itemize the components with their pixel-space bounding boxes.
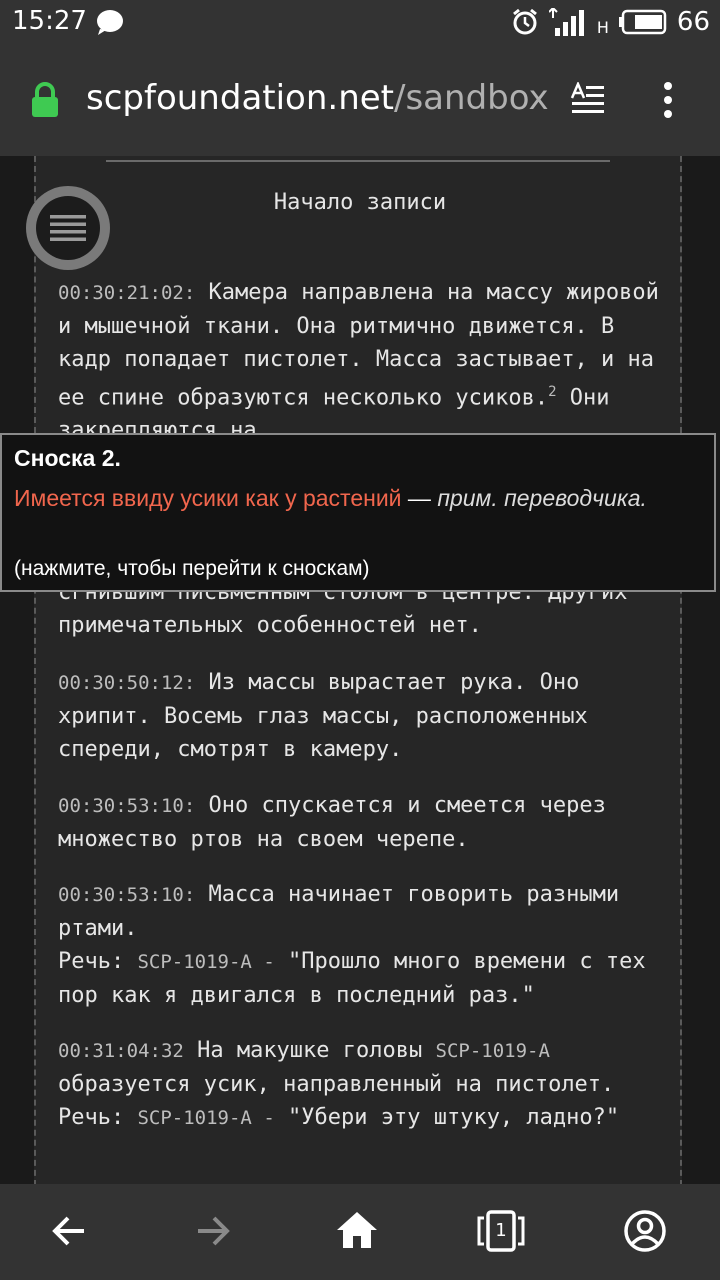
account-icon[interactable] xyxy=(620,1206,670,1256)
reader-mode-icon[interactable] xyxy=(570,82,606,118)
footnote-text: Имеется ввиду усики как у растений xyxy=(14,485,402,511)
entry-timestamp: 00:30:53:10: xyxy=(58,884,196,906)
speech-label: Речь: xyxy=(58,949,125,974)
url-domain: scpfoundation.net xyxy=(86,78,395,118)
status-bar: 15:27 H 66 xyxy=(0,0,720,44)
entry-timestamp: 00:30:21:02: xyxy=(58,282,196,304)
bottom-nav: 1 xyxy=(0,1184,720,1280)
footnote-body: Имеется ввиду усики как у растений — при… xyxy=(14,483,694,513)
entry-timestamp: 00:30:53:10: xyxy=(58,795,196,817)
log-entry: 00:30:21:02: Камера направлена на массу … xyxy=(58,276,668,447)
battery-icon xyxy=(618,9,667,35)
footnote-title: Сноска 2. xyxy=(14,445,121,471)
entry-timestamp: 00:30:50:12: xyxy=(58,672,196,694)
footnote-translator-note: прим. переводчика. xyxy=(437,485,647,511)
alarm-icon xyxy=(512,8,537,35)
status-icons: H 66 xyxy=(511,6,710,38)
footnote-popup[interactable]: Сноска 2. Имеется ввиду усики как у раст… xyxy=(0,433,716,592)
speech-text: "Убери эту штуку, ладно?" xyxy=(274,1105,620,1130)
side-menu-button[interactable] xyxy=(26,186,110,270)
speech-label: Речь: xyxy=(58,1105,125,1130)
battery-level: 66 xyxy=(676,7,710,37)
footnote-dash: — xyxy=(401,485,438,511)
signal-icon xyxy=(548,8,584,36)
address-field[interactable]: scpfoundation.net/sandbox xyxy=(86,78,549,118)
footnote-hint-link[interactable]: (нажмите, чтобы перейти к сноскам) xyxy=(14,557,370,581)
status-time: 15:27 xyxy=(12,6,87,36)
log-entry: 00:30:53:10: Оно спускается и смеется че… xyxy=(58,789,668,856)
footnote-ref[interactable]: 2 xyxy=(548,384,556,400)
divider xyxy=(106,160,610,162)
entry-text-continued: образуется усик, направленный на пистоле… xyxy=(58,1072,615,1097)
record-start-heading: Начало записи xyxy=(273,190,447,215)
entry-text: На макушке головы xyxy=(183,1038,436,1063)
log-entry: 00:31:04:32 На макушке головы SCP-1019-A… xyxy=(58,1034,668,1135)
tabs-count: 1 xyxy=(495,1220,507,1241)
url-path: /sandbox xyxy=(394,78,549,118)
url-bar: scpfoundation.net/sandbox xyxy=(0,44,720,156)
lock-icon xyxy=(32,82,58,117)
speech-speaker: SCP-1019-A - xyxy=(137,1107,275,1129)
entry-scp-ref: SCP-1019-A xyxy=(435,1040,550,1062)
side-menu-button-inner xyxy=(36,196,100,260)
log-entry: 00:30:53:10: Масса начинает говорить раз… xyxy=(58,878,668,1012)
chat-icon xyxy=(97,10,123,35)
speech-speaker: SCP-1019-A - xyxy=(137,951,275,973)
network-type: H xyxy=(596,17,609,37)
tabs-button[interactable]: 1 xyxy=(476,1206,526,1256)
hamburger-icon xyxy=(50,215,86,241)
entry-timestamp: 00:31:04:32 xyxy=(58,1040,184,1062)
forward-icon[interactable] xyxy=(188,1206,238,1256)
more-options-icon[interactable] xyxy=(658,80,678,120)
log-entry: 00:30:50:12: Из массы вырастает рука. Он… xyxy=(58,666,668,766)
back-icon[interactable] xyxy=(44,1206,94,1256)
home-icon[interactable] xyxy=(332,1206,382,1256)
page-content[interactable]: Начало записи 00:30:21:02: Камера направ… xyxy=(0,156,720,1184)
